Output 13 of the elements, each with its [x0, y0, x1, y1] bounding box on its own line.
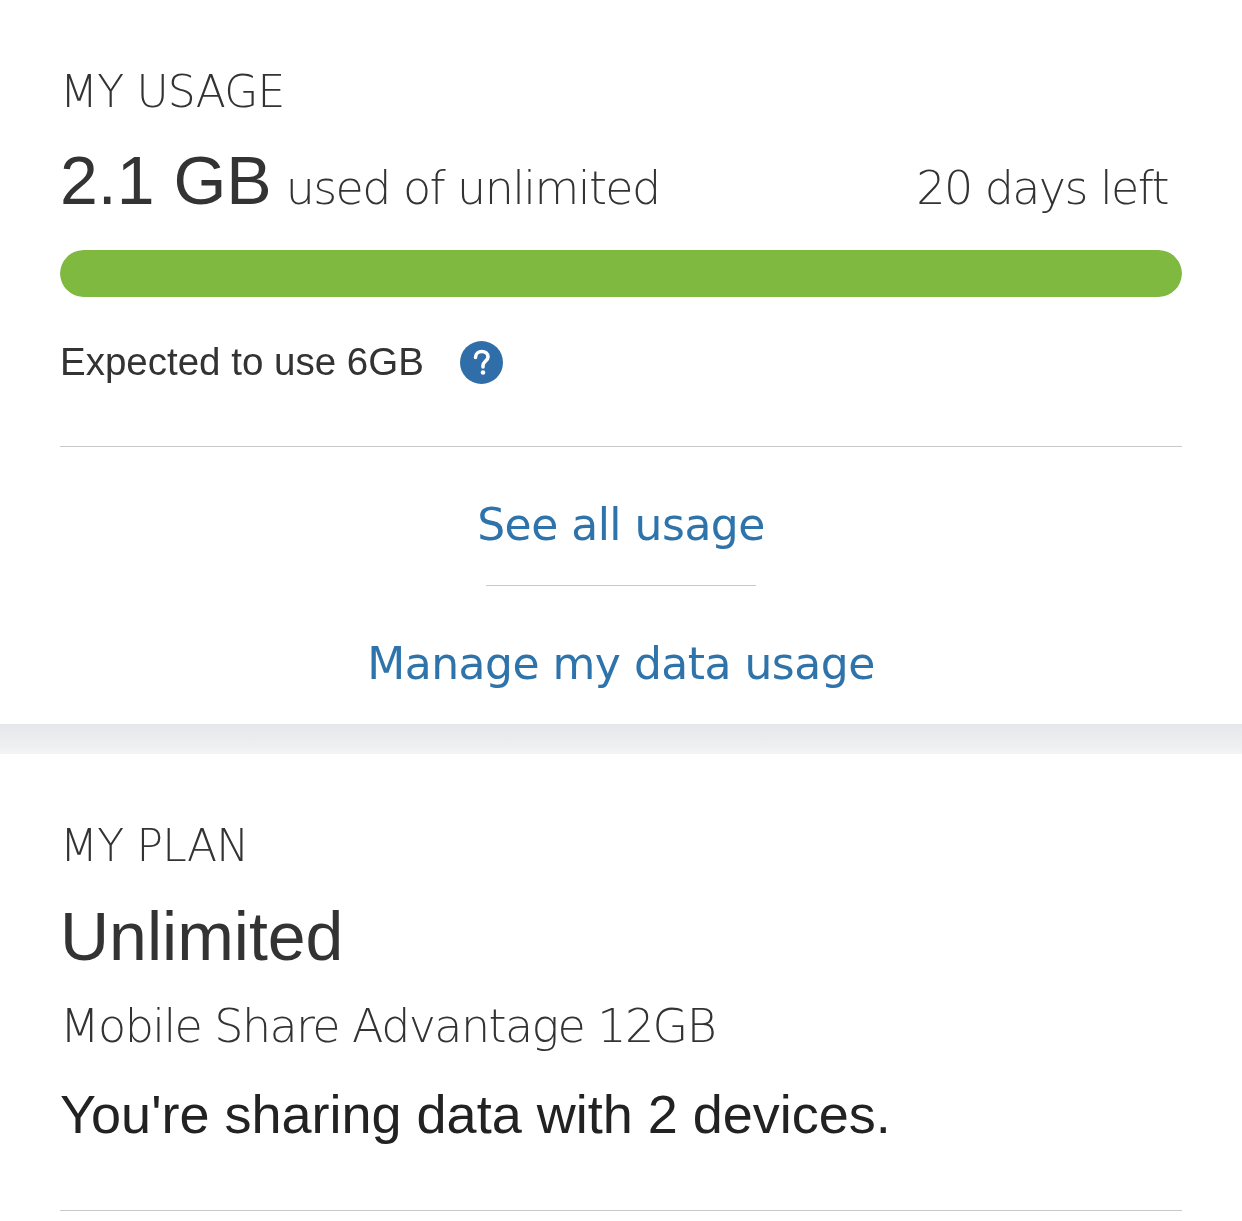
sharing-text: You're sharing data with 2 devices.	[60, 1083, 892, 1146]
help-icon	[459, 340, 503, 384]
help-button[interactable]	[459, 340, 503, 384]
section-title: MY USAGE	[60, 65, 286, 119]
section-title: MY PLAN	[60, 819, 250, 873]
days-left: 20 days left	[916, 161, 1168, 215]
plan-detail: Mobile Share Advantage 12GB	[60, 998, 717, 1055]
usage-link[interactable]: See all usage	[477, 495, 765, 555]
usage-note: used of unlimited	[285, 161, 660, 215]
expected-usage-text: Expected to use 6GB	[60, 339, 424, 385]
usage-amount: 2.1 GB	[60, 142, 272, 218]
usage-link[interactable]: Manage my data usage	[367, 634, 875, 694]
plan-name: Unlimited	[60, 898, 345, 974]
